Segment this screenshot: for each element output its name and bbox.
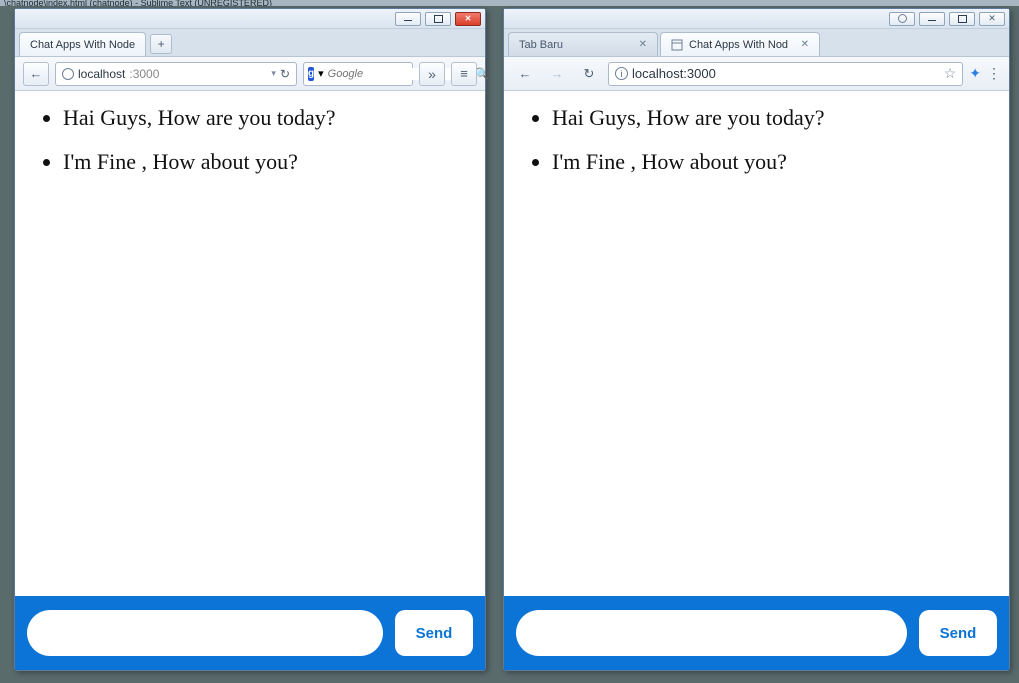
tab-close-icon[interactable]: ✕ — [801, 39, 809, 50]
chrome-menu-button[interactable]: ⋮ — [987, 65, 1001, 82]
list-item: I'm Fine , How about you? — [63, 147, 355, 177]
window-system-bar — [15, 9, 485, 29]
list-item: I'm Fine , How about you? — [552, 147, 989, 177]
site-info-icon[interactable]: i — [615, 67, 628, 80]
firefox-tab-strip: Chat Apps With Node + — [15, 29, 485, 57]
background-window-title: \chatnode\index.html (chatnode) - Sublim… — [0, 0, 1019, 6]
reload-button[interactable]: ↻ — [576, 62, 602, 86]
window-minimize-button[interactable] — [395, 12, 421, 26]
search-input[interactable] — [328, 68, 471, 80]
page-favicon-icon — [671, 39, 683, 51]
window-minimize-button[interactable] — [919, 12, 945, 26]
browser-tab-active[interactable]: Chat Apps With Nod ✕ — [660, 32, 820, 56]
browser-tab-inactive[interactable]: Tab Baru ✕ — [508, 32, 658, 56]
list-item: Hai Guys, How are you today? — [552, 103, 989, 133]
message-input[interactable] — [516, 610, 907, 656]
message-list: Hai Guys, How are you today? I'm Fine , … — [15, 91, 375, 596]
tab-label: Tab Baru — [519, 39, 633, 51]
firefox-toolbar: ← localhost :3000 ▾ ↻ g ▾ 🔍 » ≡ — [15, 57, 485, 91]
tab-label: Chat Apps With Nod — [689, 39, 795, 51]
window-restore-button[interactable] — [949, 12, 975, 26]
globe-icon — [62, 68, 74, 80]
search-provider-dropdown-icon[interactable]: ▾ — [318, 67, 324, 80]
message-input[interactable] — [27, 610, 383, 656]
message-list: Hai Guys, How are you today? I'm Fine , … — [504, 91, 1009, 596]
bookmark-star-icon[interactable]: ☆ — [944, 65, 957, 82]
new-tab-button[interactable]: + — [150, 34, 172, 54]
composer-bar: Send — [15, 596, 485, 670]
address-bar[interactable]: i ☆ — [608, 62, 963, 86]
window-close-button[interactable] — [455, 12, 481, 26]
window-system-bar — [504, 9, 1009, 29]
chrome-tab-strip: Tab Baru ✕ Chat Apps With Nod ✕ — [504, 29, 1009, 57]
overflow-button[interactable]: » — [419, 62, 445, 86]
menu-button[interactable]: ≡ — [451, 62, 477, 86]
extension-icon[interactable]: ✦ — [969, 65, 981, 82]
send-button[interactable]: Send — [395, 610, 473, 656]
chrome-profile-button[interactable] — [889, 12, 915, 26]
google-provider-icon: g — [308, 67, 314, 81]
chrome-window: Tab Baru ✕ Chat Apps With Nod ✕ ← → ↻ i … — [503, 8, 1010, 671]
back-button[interactable]: ← — [23, 62, 49, 86]
page-content: Hai Guys, How are you today? I'm Fine , … — [504, 91, 1009, 670]
list-item: Hai Guys, How are you today? — [63, 103, 355, 133]
tab-label: Chat Apps With Node — [30, 39, 135, 51]
search-box[interactable]: g ▾ 🔍 — [303, 62, 413, 86]
send-button[interactable]: Send — [919, 610, 997, 656]
window-maximize-button[interactable] — [425, 12, 451, 26]
url-dropdown-icon[interactable]: ▾ — [271, 68, 276, 79]
back-button[interactable]: ← — [512, 62, 538, 86]
chrome-toolbar: ← → ↻ i ☆ ✦ ⋮ — [504, 57, 1009, 91]
forward-button[interactable]: → — [544, 62, 570, 86]
window-close-button[interactable] — [979, 12, 1005, 26]
url-input[interactable] — [632, 66, 940, 81]
url-host: localhost — [78, 67, 125, 81]
firefox-window: Chat Apps With Node + ← localhost :3000 ▾… — [14, 8, 486, 671]
address-bar[interactable]: localhost :3000 ▾ ↻ — [55, 62, 297, 86]
tab-close-icon[interactable]: ✕ — [639, 39, 647, 50]
reload-button[interactable]: ↻ — [280, 67, 290, 81]
browser-tab-active[interactable]: Chat Apps With Node — [19, 32, 146, 56]
url-port: :3000 — [129, 67, 159, 81]
page-content: Hai Guys, How are you today? I'm Fine , … — [15, 91, 485, 670]
composer-bar: Send — [504, 596, 1009, 670]
